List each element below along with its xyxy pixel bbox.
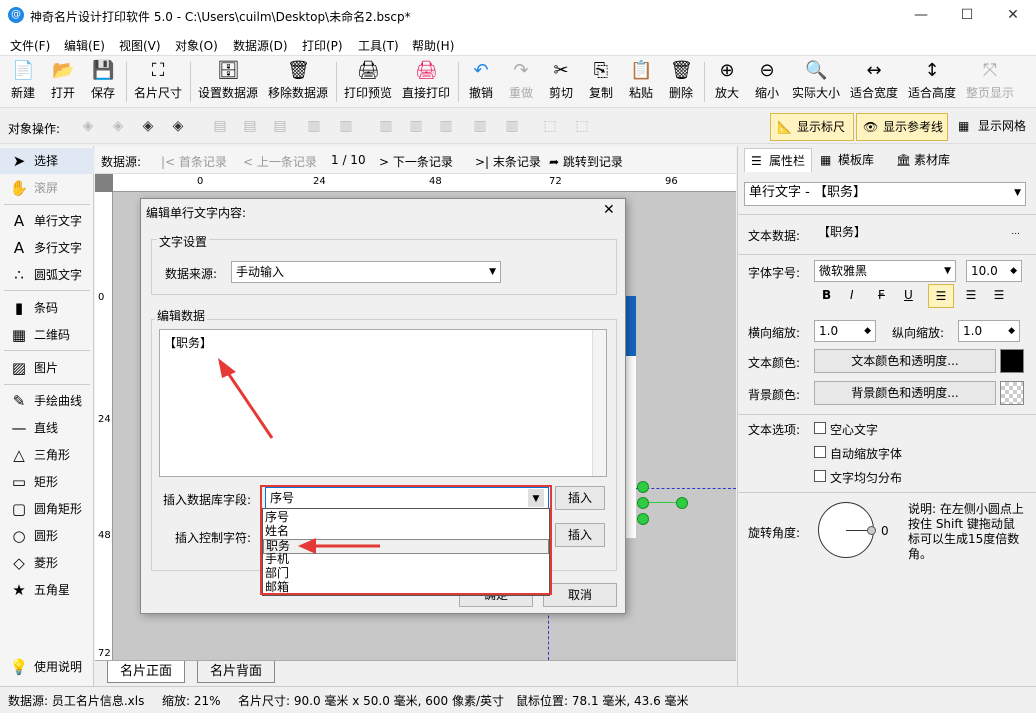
arrow-head (298, 538, 316, 554)
arrow-line (224, 369, 274, 439)
annotation-arrows (218, 358, 380, 554)
arrow-head (218, 358, 236, 378)
